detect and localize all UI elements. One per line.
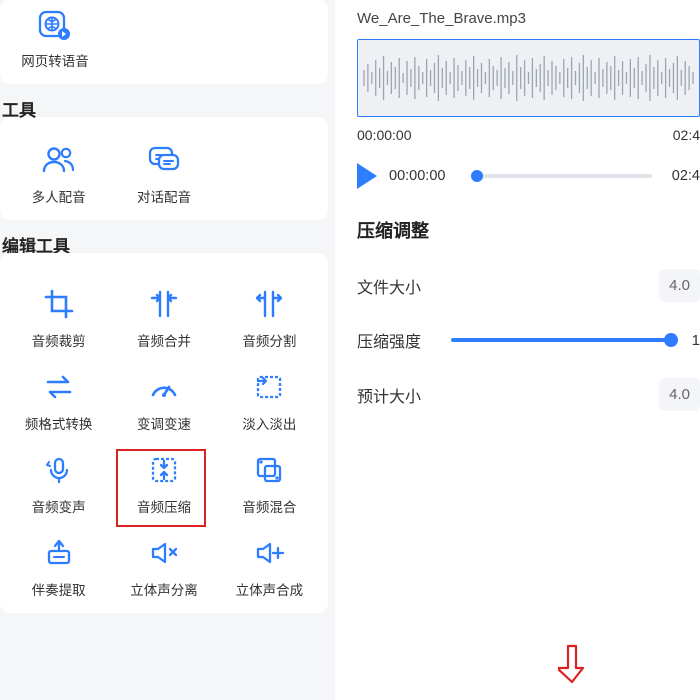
tool-label: 立体声合成 (236, 579, 304, 599)
seek-slider[interactable] (475, 174, 652, 178)
est-size-label: 预计大小 (357, 383, 437, 407)
speaker-x-icon (145, 534, 183, 572)
detail-pane: We_Are_The_Brave.mp3 00:00:00 02:4 00:00… (335, 0, 700, 700)
strength-slider[interactable] (451, 338, 672, 342)
tool-mix[interactable]: 音频混合 (217, 451, 322, 516)
tool-pitch-speed[interactable]: 变调变速 (111, 368, 216, 433)
seek-thumb[interactable] (471, 170, 483, 182)
people-icon (40, 141, 78, 179)
compress-icon (145, 451, 183, 489)
tool-webpage-to-speech[interactable]: 网页转语音 (0, 6, 110, 70)
strength-value: 1 (692, 332, 700, 349)
mix-icon (250, 451, 288, 489)
tool-stereo-split[interactable]: 立体声分离 (111, 534, 216, 599)
tool-split[interactable]: 音频分割 (217, 285, 322, 350)
waveform[interactable] (357, 39, 700, 117)
tool-label: 音频混合 (242, 496, 296, 516)
tool-trim[interactable]: 音频裁剪 (6, 285, 111, 350)
time-end: 02:4 (673, 127, 700, 143)
tool-label: 伴奏提取 (32, 579, 86, 599)
tool-dialog-voice[interactable]: 对话配音 (111, 141, 216, 206)
tool-fade[interactable]: 淡入淡出 (217, 368, 322, 433)
tool-label: 淡入淡出 (242, 413, 296, 433)
strength-thumb[interactable] (664, 333, 678, 347)
globe-speech-icon (36, 6, 74, 44)
tool-label: 频格式转换 (25, 413, 93, 433)
extract-icon (40, 534, 78, 572)
tool-extract-accompaniment[interactable]: 伴奏提取 (6, 534, 111, 599)
tool-label: 立体声分离 (130, 579, 198, 599)
tool-format-convert[interactable]: 频格式转换 (6, 368, 111, 433)
tool-label: 音频合并 (137, 330, 191, 350)
tool-voice-change[interactable]: 音频变声 (6, 451, 111, 516)
mic-reload-icon (40, 451, 78, 489)
strength-label: 压缩强度 (357, 328, 437, 352)
play-current-time: 00:00:00 (389, 168, 463, 184)
chat-icon (145, 141, 183, 179)
play-total-time: 02:4 (664, 168, 700, 184)
tool-label: 音频裁剪 (32, 330, 86, 350)
time-start: 00:00:00 (357, 127, 412, 143)
down-arrow-icon (558, 644, 586, 684)
tool-stereo-merge[interactable]: 立体声合成 (217, 534, 322, 599)
fade-icon (250, 368, 288, 406)
file-size-label: 文件大小 (357, 274, 437, 298)
tool-label: 音频分割 (242, 330, 296, 350)
tool-merge[interactable]: 音频合并 (111, 285, 216, 350)
speaker-plus-icon (250, 534, 288, 572)
tool-compress[interactable]: 音频压缩 (111, 451, 216, 516)
audio-filename: We_Are_The_Brave.mp3 (335, 10, 700, 27)
tools-section: 工具 多人配音 (0, 96, 328, 220)
tool-label: 音频变声 (32, 496, 86, 516)
tool-multi-voice[interactable]: 多人配音 (6, 141, 111, 206)
top-panel: 网页转语音 (0, 0, 328, 84)
tool-label: 变调变速 (137, 413, 191, 433)
crop-icon (40, 285, 78, 323)
gauge-icon (145, 368, 183, 406)
split-icon (250, 285, 288, 323)
merge-icon (145, 285, 183, 323)
tool-label: 对话配音 (137, 186, 191, 206)
play-button[interactable] (357, 163, 377, 189)
tool-label: 多人配音 (32, 186, 86, 206)
compression-title: 压缩调整 (357, 217, 700, 243)
est-size-value: 4.0 (659, 378, 700, 411)
edit-tools-section: 编辑工具 音频裁剪 音频合并 (0, 232, 328, 613)
tool-label: 音频压缩 (137, 496, 191, 516)
tool-label: 网页转语音 (21, 50, 89, 70)
convert-icon (40, 368, 78, 406)
file-size-value: 4.0 (659, 269, 700, 302)
